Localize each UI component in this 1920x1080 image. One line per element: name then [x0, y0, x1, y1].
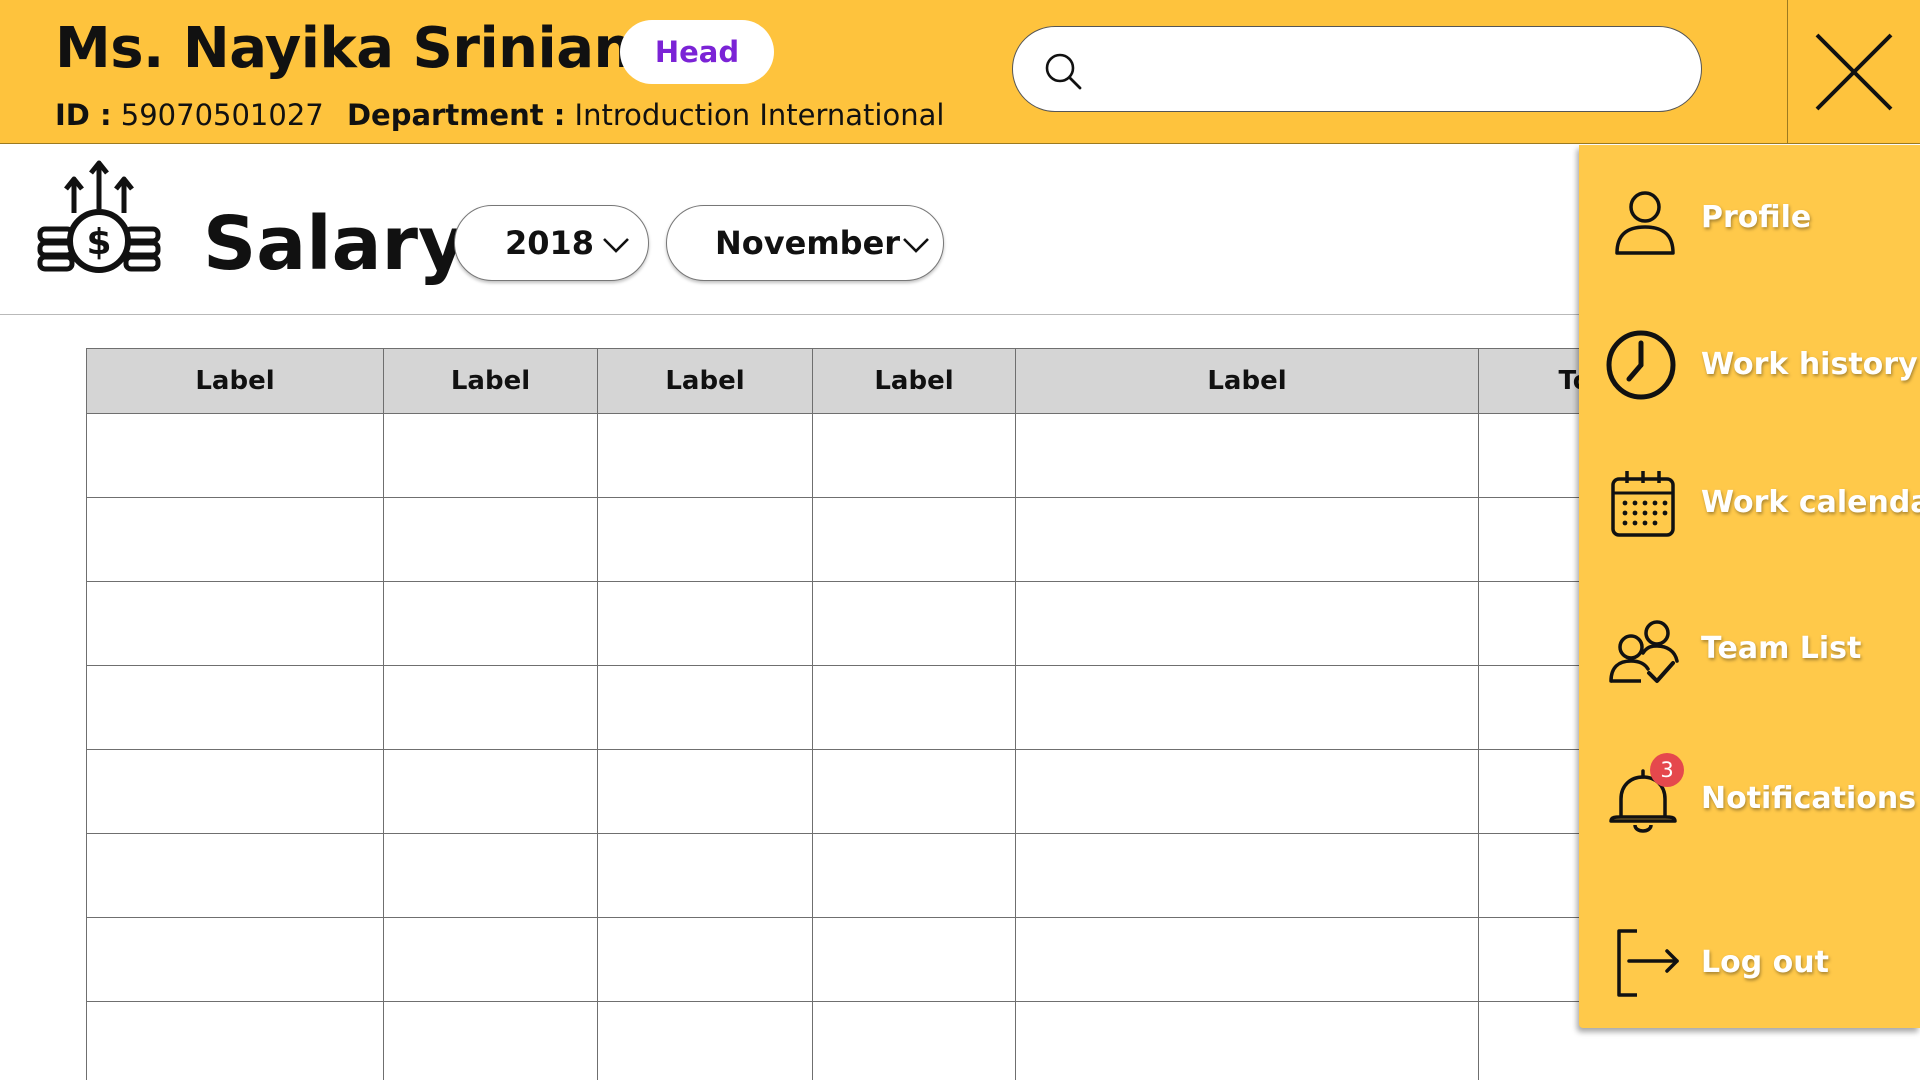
table-cell[interactable] [1015, 917, 1479, 1002]
logout-icon [1617, 929, 1679, 997]
table-row [86, 833, 1709, 918]
menu-label-work-history: Work history [1701, 347, 1918, 382]
menu-item-notifications[interactable]: 3 Notifications [1579, 723, 1920, 851]
table-cell[interactable] [86, 1001, 384, 1080]
user-info-line: ID : 59070501027 Department : Introducti… [55, 98, 958, 132]
table-cell[interactable] [812, 581, 1016, 666]
menu-item-work-history[interactable]: Work history [1579, 289, 1920, 417]
table-cell[interactable] [1015, 1001, 1479, 1080]
table-cell[interactable] [383, 1001, 598, 1080]
table-cell[interactable] [383, 833, 598, 918]
table-row [86, 1001, 1709, 1080]
table-header-row: Label Label Label Label Label Total [86, 348, 1709, 414]
table-row [86, 581, 1709, 666]
table-cell[interactable] [597, 665, 813, 750]
table-cell[interactable] [597, 413, 813, 498]
chevron-down-icon [603, 238, 629, 253]
table-cell[interactable] [383, 581, 598, 666]
year-dropdown[interactable]: 2018 [454, 205, 649, 281]
table-cell[interactable] [86, 497, 384, 582]
table-cell[interactable] [597, 497, 813, 582]
salary-growth-icon: $ [37, 160, 161, 273]
menu-label-work-calendar: Work calendar [1701, 485, 1920, 520]
table-cell[interactable] [383, 665, 598, 750]
salary-table-container: Label Label Label Label Label Total [86, 348, 1709, 1080]
salary-table: Label Label Label Label Label Total [86, 348, 1709, 1080]
month-dropdown[interactable]: November [666, 205, 944, 281]
menu-label-notifications: Notifications [1701, 781, 1917, 816]
user-icon [1615, 191, 1675, 255]
menu-item-profile[interactable]: Profile [1579, 145, 1920, 273]
menu-item-team-list[interactable]: Team List [1579, 575, 1920, 703]
table-cell[interactable] [86, 749, 384, 834]
table-cell[interactable] [597, 749, 813, 834]
table-cell[interactable] [1015, 413, 1479, 498]
table-row [86, 665, 1709, 750]
search-input[interactable] [1093, 45, 1673, 95]
department-label: Department : [346, 98, 566, 132]
table-cell[interactable] [1015, 665, 1479, 750]
menu-label-log-out: Log out [1701, 945, 1829, 980]
table-cell[interactable] [812, 1001, 1016, 1080]
table-row [86, 749, 1709, 834]
table-cell[interactable] [383, 917, 598, 1002]
month-selected: November [715, 224, 901, 262]
table-row [86, 917, 1709, 1002]
page-title: Salary [203, 201, 467, 287]
column-header[interactable]: Label [812, 348, 1016, 414]
close-icon[interactable] [1813, 31, 1895, 113]
column-header[interactable]: Label [383, 348, 598, 414]
table-cell[interactable] [86, 581, 384, 666]
table-cell[interactable] [383, 497, 598, 582]
table-cell[interactable] [383, 749, 598, 834]
table-row [86, 413, 1709, 498]
table-cell[interactable] [1015, 749, 1479, 834]
user-name: Ms. Nayika Srinian [55, 16, 633, 81]
table-cell[interactable] [812, 749, 1016, 834]
chevron-down-icon [903, 238, 929, 253]
table-cell[interactable] [86, 833, 384, 918]
search-bar[interactable] [1012, 26, 1702, 112]
menu-item-log-out[interactable]: Log out [1579, 887, 1920, 1015]
table-cell[interactable] [383, 413, 598, 498]
id-label: ID : [55, 98, 112, 132]
notification-count-badge: 3 [1650, 753, 1684, 787]
table-cell[interactable] [812, 917, 1016, 1002]
side-menu: Profile Work history Work calendar [1579, 145, 1920, 1028]
search-icon[interactable] [1041, 49, 1085, 93]
table-cell[interactable] [1015, 497, 1479, 582]
table-row [86, 497, 1709, 582]
department-value: Introduction International [574, 98, 945, 132]
table-cell[interactable] [597, 833, 813, 918]
role-badge: Head [620, 20, 774, 84]
column-header[interactable]: Label [1015, 348, 1479, 414]
column-header[interactable]: Label [86, 348, 384, 414]
top-header: Ms. Nayika Srinian Head ID : 59070501027… [0, 0, 1920, 144]
table-cell[interactable] [1015, 833, 1479, 918]
table-cell[interactable] [86, 665, 384, 750]
table-cell[interactable] [812, 413, 1016, 498]
table-cell[interactable] [86, 917, 384, 1002]
svg-text:$: $ [86, 222, 111, 263]
team-check-icon [1609, 620, 1679, 683]
table-cell[interactable] [812, 833, 1016, 918]
menu-item-work-calendar[interactable]: Work calendar [1579, 429, 1920, 557]
table-cell[interactable] [597, 581, 813, 666]
table-cell[interactable] [86, 413, 384, 498]
clock-icon [1606, 330, 1676, 400]
table-cell[interactable] [597, 917, 813, 1002]
column-header[interactable]: Label [597, 348, 813, 414]
table-cell[interactable] [812, 665, 1016, 750]
calendar-icon [1611, 471, 1675, 537]
close-menu-button[interactable] [1787, 0, 1920, 144]
table-cell[interactable] [597, 1001, 813, 1080]
id-value: 59070501027 [120, 98, 324, 132]
year-selected: 2018 [505, 224, 595, 262]
menu-label-profile: Profile [1701, 200, 1812, 235]
table-cell[interactable] [812, 497, 1016, 582]
table-cell[interactable] [1015, 581, 1479, 666]
menu-label-team-list: Team List [1701, 631, 1862, 666]
